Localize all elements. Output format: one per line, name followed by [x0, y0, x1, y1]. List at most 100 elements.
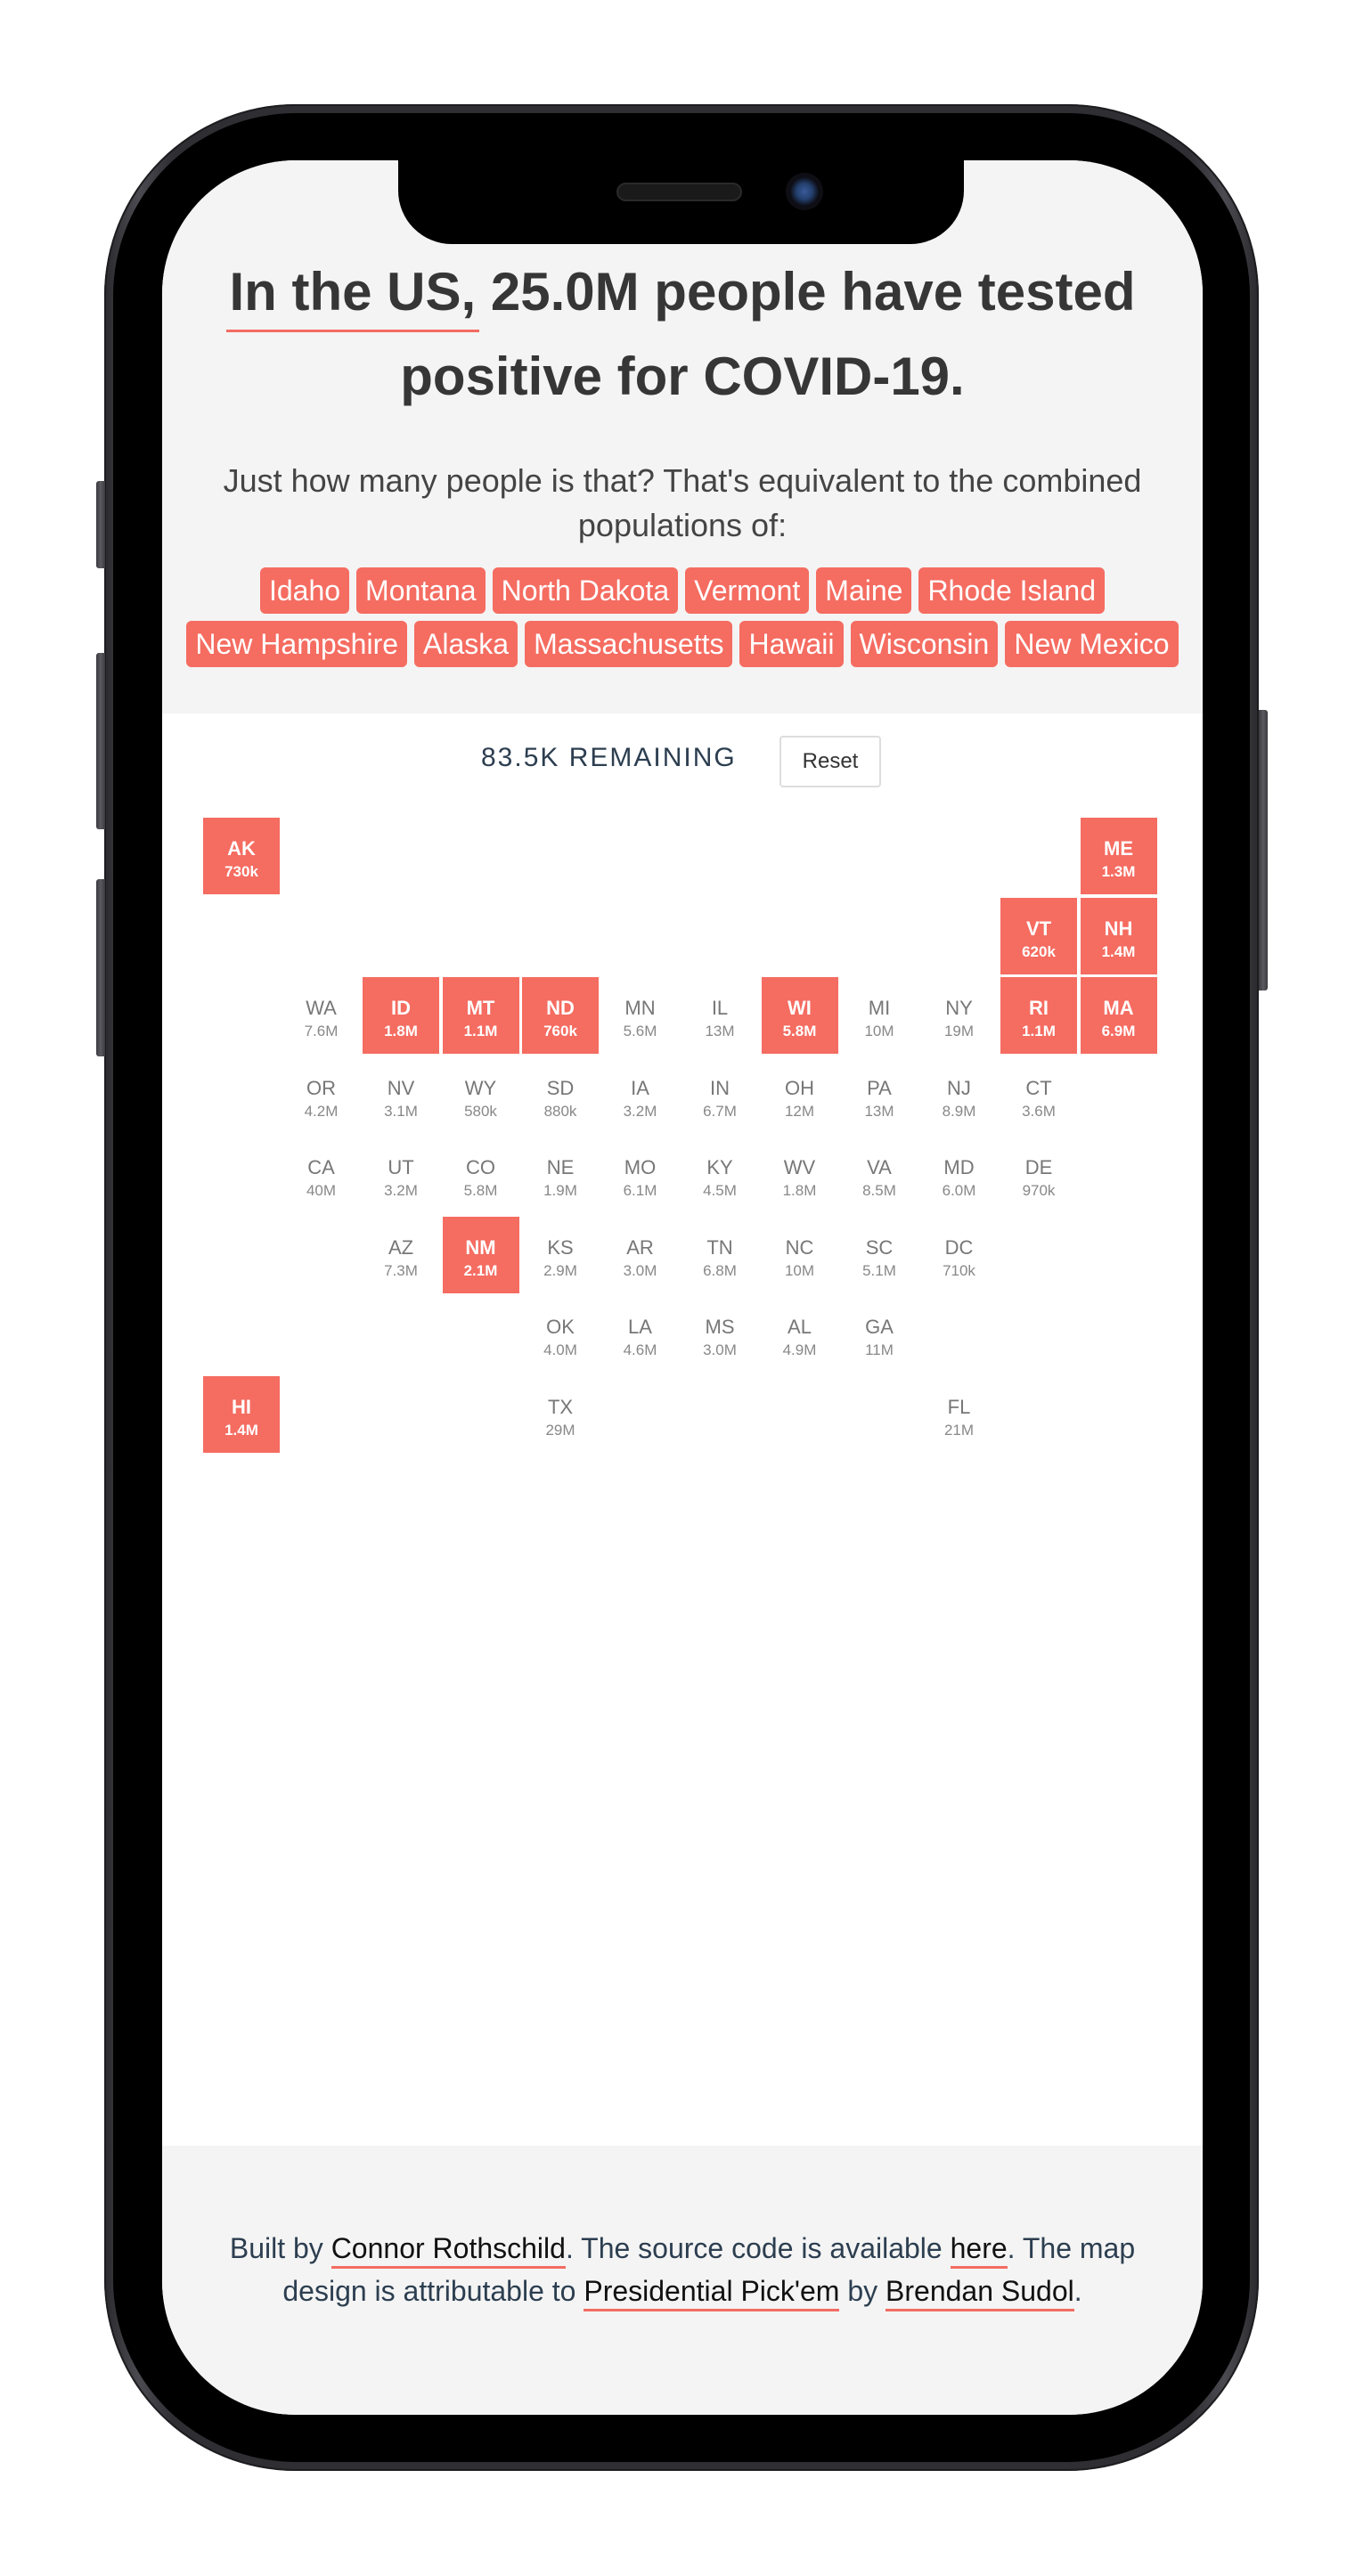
state-abbr: NE [546, 1156, 575, 1178]
state-cell-wv[interactable]: WV 1.8M [762, 1137, 838, 1213]
state-abbr: AL [788, 1316, 812, 1338]
state-cell-md[interactable]: MD 6.0M [921, 1137, 998, 1213]
state-cell-la[interactable]: LA 4.6M [602, 1296, 679, 1373]
power-button [1259, 710, 1268, 990]
state-cell-va[interactable]: VA 8.5M [841, 1137, 918, 1213]
state-cell-wi[interactable]: WI 5.8M [761, 977, 838, 1054]
state-cell-sc[interactable]: SC 5.1M [841, 1217, 918, 1293]
state-population: 3.2M [384, 1182, 418, 1199]
state-cell-nj[interactable]: NJ 8.9M [921, 1057, 998, 1134]
state-cell-nv[interactable]: NV 3.1M [363, 1057, 439, 1134]
state-abbr: MT [466, 997, 495, 1019]
front-camera-icon [786, 173, 823, 210]
state-population: 7.3M [384, 1261, 418, 1279]
state-abbr: IA [631, 1076, 649, 1099]
state-population: 6.7M [703, 1102, 737, 1120]
state-cell-ga[interactable]: GA 11M [841, 1296, 918, 1373]
state-population: 10M [864, 1023, 894, 1039]
footer-text: by [839, 2275, 886, 2307]
state-cell-ky[interactable]: KY 4.5M [682, 1137, 758, 1213]
state-cell-tn[interactable]: TN 6.8M [682, 1217, 758, 1293]
state-abbr: WI [788, 997, 812, 1019]
state-population: 29M [545, 1421, 575, 1439]
state-abbr: NM [465, 1235, 496, 1259]
state-abbr: TX [547, 1395, 574, 1418]
state-cell-id[interactable]: ID 1.8M [363, 977, 439, 1054]
state-grid-map: AK 730k ME 1.3M VT 620k NH 1.4M WA 7.6M ID 1.8M MT 1.… [162, 160, 1203, 1942]
state-cell-sd[interactable]: SD 880k [522, 1057, 599, 1134]
state-population: 6.1M [623, 1182, 657, 1199]
state-population: 5.8M [463, 1182, 498, 1199]
state-abbr: MA [1103, 997, 1134, 1019]
state-population: 3.0M [703, 1341, 737, 1358]
state-cell-ne[interactable]: NE 1.9M [522, 1137, 599, 1213]
footer-text: . The source code is available [565, 2232, 951, 2264]
state-cell-az[interactable]: AZ 7.3M [363, 1217, 439, 1293]
state-cell-ia[interactable]: IA 3.2M [602, 1057, 679, 1134]
state-abbr: GA [865, 1316, 894, 1338]
state-abbr: NJ [947, 1076, 971, 1099]
state-population: 1.4M [224, 1421, 258, 1439]
state-cell-ok[interactable]: OK 4.0M [522, 1296, 599, 1373]
state-population: 8.5M [862, 1182, 896, 1199]
map-design-link[interactable]: Presidential Pick'em [584, 2275, 840, 2311]
state-cell-in[interactable]: IN 6.7M [682, 1057, 758, 1134]
state-cell-fl[interactable]: FL 21M [921, 1376, 998, 1453]
state-cell-mn[interactable]: MN 5.6M [602, 977, 679, 1054]
state-cell-ri[interactable]: RI 1.1M [1000, 977, 1077, 1054]
author-link[interactable]: Connor Rothschild [331, 2232, 566, 2269]
state-abbr: NH [1104, 917, 1133, 940]
state-abbr: CT [1025, 1076, 1052, 1099]
state-population: 1.3M [1101, 863, 1136, 880]
state-cell-de[interactable]: DE 970k [1000, 1137, 1077, 1213]
state-cell-nm[interactable]: NM 2.1M [442, 1216, 519, 1293]
source-code-link[interactable]: here [950, 2232, 1008, 2269]
state-population: 13M [705, 1023, 735, 1039]
state-abbr: RI [1029, 997, 1049, 1019]
state-abbr: ID [391, 997, 411, 1019]
state-abbr: CO [466, 1156, 495, 1178]
state-cell-co[interactable]: CO 5.8M [443, 1137, 519, 1213]
state-cell-wy[interactable]: WY 580k [443, 1057, 519, 1134]
state-population: 12M [784, 1102, 815, 1120]
state-cell-ms[interactable]: MS 3.0M [682, 1296, 758, 1373]
state-abbr: MS [705, 1316, 735, 1338]
state-cell-nc[interactable]: NC 10M [762, 1217, 838, 1293]
state-cell-dc[interactable]: DC 710k [921, 1217, 998, 1293]
state-cell-ct[interactable]: CT 3.6M [1000, 1057, 1077, 1134]
designer-link[interactable]: Brendan Sudol [886, 2275, 1074, 2311]
state-cell-ca[interactable]: CA 40M [283, 1137, 360, 1213]
state-cell-ak[interactable]: AK 730k [203, 818, 280, 894]
state-abbr: AZ [388, 1235, 414, 1259]
state-population: 1.1M [463, 1023, 498, 1039]
state-cell-pa[interactable]: PA 13M [841, 1057, 918, 1134]
state-cell-ks[interactable]: KS 2.9M [522, 1217, 599, 1293]
state-cell-ut[interactable]: UT 3.2M [363, 1137, 439, 1213]
state-abbr: DE [1024, 1156, 1053, 1178]
state-cell-mt[interactable]: MT 1.1M [442, 977, 519, 1054]
state-population: 1.8M [782, 1182, 817, 1199]
state-abbr: MO [624, 1156, 657, 1178]
state-cell-il[interactable]: IL 13M [682, 977, 758, 1054]
state-cell-mi[interactable]: MI 10M [841, 977, 918, 1054]
state-cell-me[interactable]: ME 1.3M [1080, 818, 1157, 894]
state-cell-or[interactable]: OR 4.2M [283, 1057, 360, 1134]
state-cell-ny[interactable]: NY 19M [921, 977, 998, 1054]
state-cell-ma[interactable]: MA 6.9M [1080, 977, 1157, 1054]
state-abbr: PA [867, 1076, 892, 1099]
state-population: 8.9M [942, 1102, 976, 1120]
state-cell-tx[interactable]: TX 29M [522, 1376, 599, 1453]
state-cell-ar[interactable]: AR 3.0M [602, 1217, 679, 1293]
state-abbr: OK [546, 1316, 575, 1338]
state-cell-wa[interactable]: WA 7.6M [283, 977, 360, 1054]
state-cell-hi[interactable]: HI 1.4M [203, 1375, 280, 1453]
state-abbr: VA [867, 1156, 892, 1178]
state-cell-mo[interactable]: MO 6.1M [602, 1137, 679, 1213]
state-cell-nd[interactable]: ND 760k [522, 977, 599, 1054]
state-abbr: MI [868, 997, 891, 1019]
state-cell-oh[interactable]: OH 12M [762, 1057, 838, 1134]
state-cell-vt[interactable]: VT 620k [1000, 897, 1077, 974]
state-cell-nh[interactable]: NH 1.4M [1080, 897, 1157, 974]
state-cell-al[interactable]: AL 4.9M [762, 1296, 838, 1373]
state-abbr: SC [865, 1235, 894, 1259]
